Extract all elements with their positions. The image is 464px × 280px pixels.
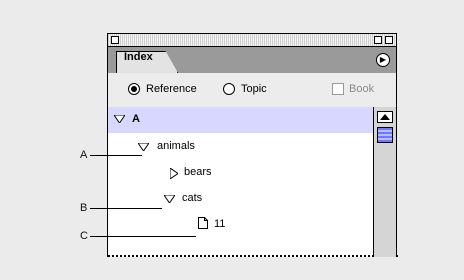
list-item[interactable]: animals [108, 135, 374, 161]
tab-strip: Index ▶ [107, 47, 397, 73]
topic-label: Topic [241, 83, 267, 95]
arrow-up-icon [380, 114, 390, 120]
reference-radio[interactable] [128, 83, 140, 95]
reference-label: Reference [146, 83, 197, 95]
index-entry-list: A animals bears cats 11 [107, 107, 398, 257]
callout-c-leader [90, 236, 196, 237]
list-item-label: 11 [214, 218, 226, 230]
callout-b-leader [90, 208, 162, 209]
index-options-bar: Reference Topic Book [107, 73, 397, 107]
triangle-down-icon[interactable] [114, 115, 125, 123]
callout-b-label: B [80, 202, 88, 214]
close-box-icon[interactable] [111, 36, 119, 44]
book-checkbox[interactable] [332, 83, 344, 95]
list-item[interactable]: cats [108, 187, 374, 213]
list-item-label: A [132, 113, 140, 125]
triangle-down-icon[interactable] [164, 195, 175, 203]
panel-titlebar[interactable] [107, 33, 397, 47]
scroll-up-button[interactable] [377, 111, 393, 123]
topic-radio[interactable] [223, 83, 235, 95]
list-item-label: cats [182, 192, 203, 204]
list-item-label: animals [157, 140, 195, 152]
triangle-down-icon[interactable] [138, 143, 149, 151]
collapse-box-icon[interactable] [385, 36, 393, 44]
index-panel: Index ▶ Reference Topic Book A animals b… [107, 33, 398, 257]
callout-a-label: A [80, 149, 88, 161]
vertical-scrollbar[interactable] [373, 107, 397, 257]
zoom-box-icon[interactable] [374, 36, 382, 44]
scroll-thumb[interactable] [377, 127, 393, 143]
callout-c-label: C [80, 230, 88, 242]
triangle-right-icon[interactable] [170, 168, 178, 179]
list-item[interactable]: bears [108, 161, 374, 187]
tab-index-label: Index [124, 51, 153, 63]
list-item[interactable]: A [108, 107, 374, 133]
panel-menu-icon[interactable]: ▶ [376, 53, 390, 67]
list-item-label: bears [184, 166, 212, 178]
panel-cutoff-edge [108, 255, 398, 257]
page-icon [198, 217, 208, 229]
book-label: Book [349, 83, 375, 95]
callout-a-leader [90, 155, 142, 156]
